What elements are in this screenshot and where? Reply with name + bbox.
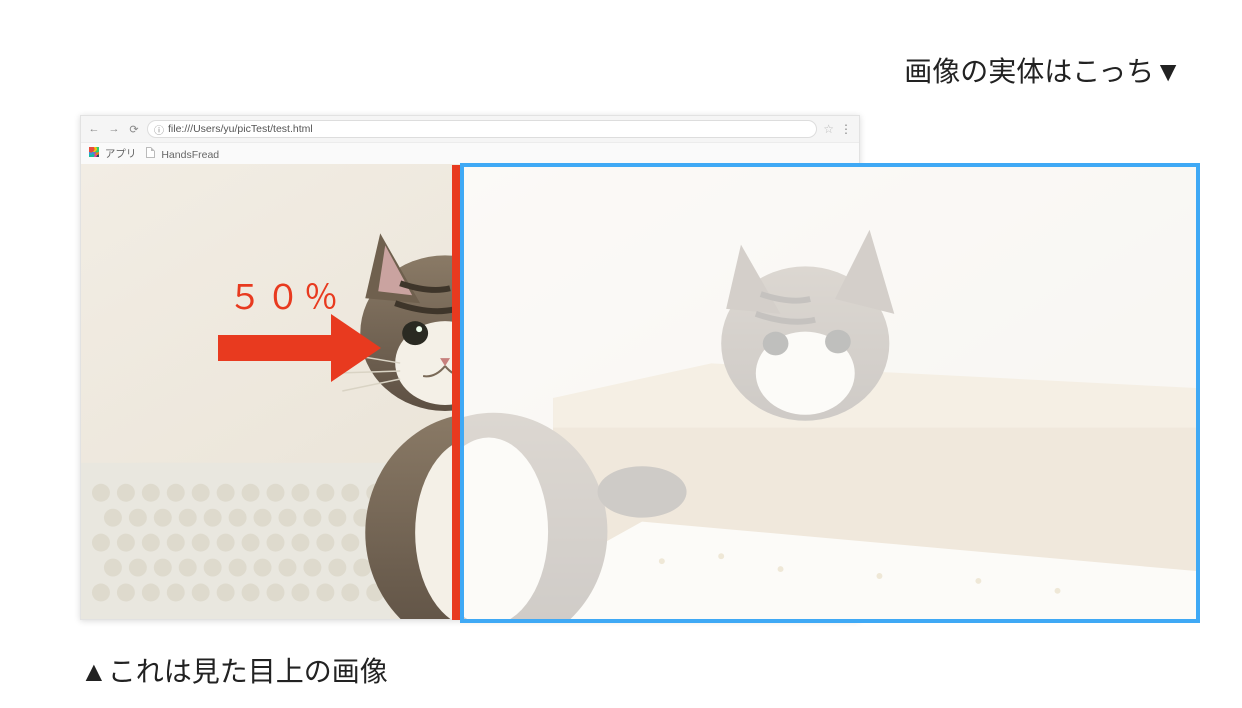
url-text: file:///Users/yu/picTest/test.html — [168, 123, 313, 135]
fifty-percent-divider — [452, 165, 460, 620]
bookmark-item-1-label: HandsFread — [161, 149, 219, 161]
reload-icon[interactable]: ⟳ — [127, 123, 141, 136]
info-icon: ⓘ — [154, 122, 164, 137]
menu-icon[interactable]: ⋮ — [840, 122, 853, 136]
url-bar[interactable]: ⓘ file:///Users/yu/picTest/test.html — [147, 120, 817, 138]
caption-rendered-image: ▲これは見た目上の画像 — [80, 650, 388, 690]
caption-actual-image: 画像の実体はこっち▼ — [904, 50, 1182, 90]
percentage-label: ５０％ — [228, 270, 342, 319]
arrow-right-icon — [218, 318, 383, 378]
apps-icon — [89, 147, 99, 157]
ghost-overlay — [464, 167, 1196, 619]
actual-image-outline — [460, 163, 1200, 623]
apps-shortcut[interactable]: アプリ — [89, 146, 136, 161]
star-icon[interactable]: ☆ — [823, 122, 834, 136]
bookmark-item-1[interactable]: HandsFread — [146, 147, 219, 161]
forward-icon[interactable]: → — [107, 123, 121, 135]
bookmarks-bar: アプリ HandsFread — [81, 142, 859, 164]
browser-toolbar: ← → ⟳ ⓘ file:///Users/yu/picTest/test.ht… — [81, 116, 859, 142]
back-icon[interactable]: ← — [87, 123, 101, 135]
apps-label: アプリ — [105, 148, 137, 160]
page-icon — [146, 147, 155, 158]
